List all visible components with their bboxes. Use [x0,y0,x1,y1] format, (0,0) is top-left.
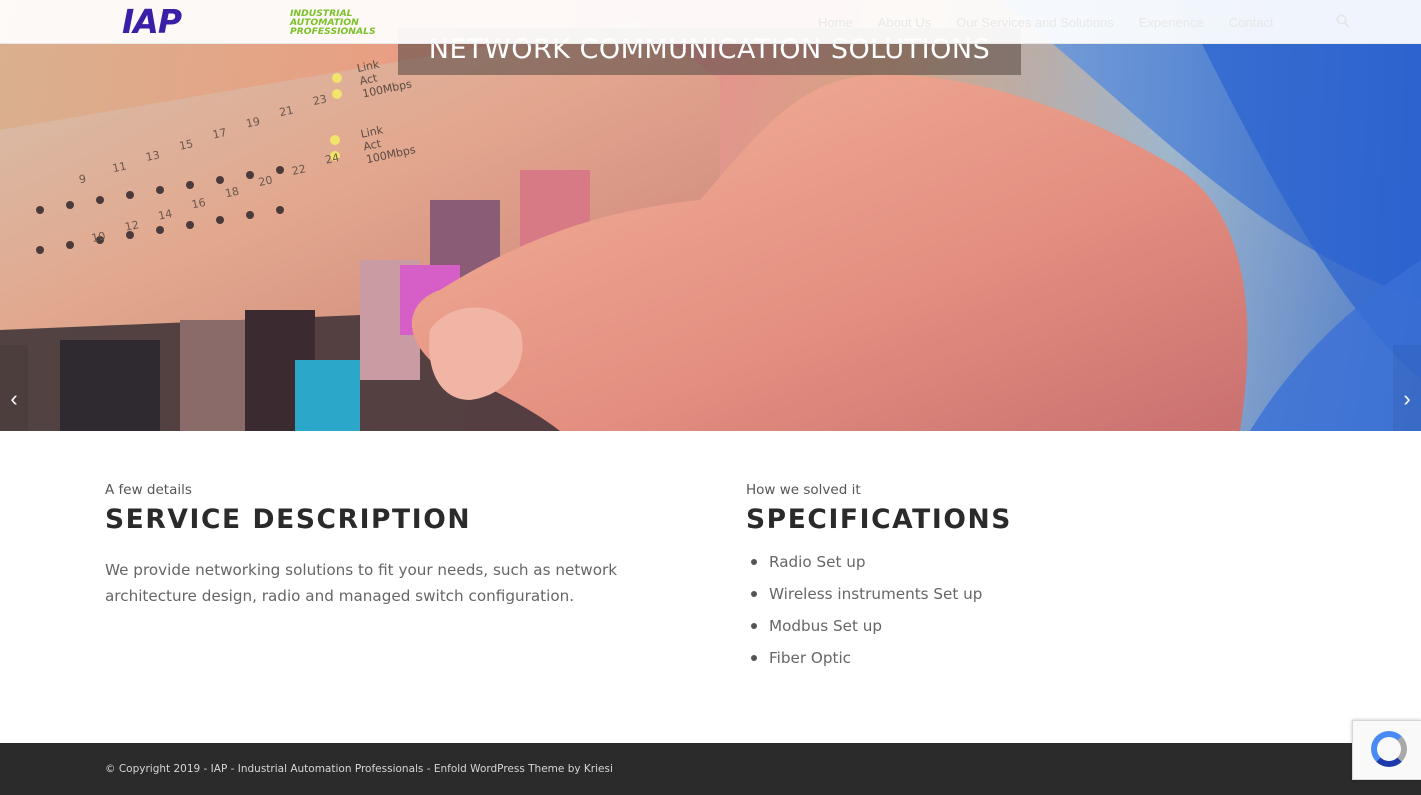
site-logo[interactable]: IAP Industrial Automation Professionals [122,2,428,41]
specs-heading: Specifications [746,504,1012,535]
nav-item-experience[interactable]: Experience [1139,15,1204,30]
site-header: IAP Industrial Automation Professionals … [0,0,1421,44]
copyright-text[interactable]: © Copyright 2019 - IAP - Industrial Auto… [105,763,613,775]
slider-prev-button[interactable]: ‹ [0,345,28,431]
chevron-left-icon: ‹ [10,385,18,411]
list-item: Fiber Optic [746,642,1306,674]
logo-mark: IAP [122,2,182,41]
service-heading: Service Description [105,504,472,535]
site-footer: © Copyright 2019 - IAP - Industrial Auto… [0,743,1421,795]
service-kicker: A few details [105,482,192,498]
recaptcha-badge[interactable] [1352,720,1421,780]
nav-item-services[interactable]: Our Services and Solutions [956,15,1114,30]
list-item: Modbus Set up [746,610,1306,642]
specs-kicker: How we solved it [746,482,861,498]
logo-wordmark: Industrial Automation Professionals [290,8,376,37]
search-icon[interactable] [1336,14,1350,28]
chevron-right-icon: › [1403,385,1411,411]
main-nav: Home About Us Our Services and Solutions… [818,0,1299,44]
nav-item-about-us[interactable]: About Us [878,15,931,30]
service-description-section: A few details Service Description We pro… [105,481,665,609]
recaptcha-icon [1371,731,1407,767]
hero-slider: Link Act 100Mbps Link Act 100Mbps 23 21 … [0,0,1421,431]
list-item: Radio Set up [746,546,1306,578]
specs-list: Radio Set up Wireless instruments Set up… [746,546,1306,674]
nav-item-home[interactable]: Home [818,15,853,30]
nav-item-contact[interactable]: Contact [1229,15,1274,30]
service-body: We provide networking solutions to fit y… [105,561,618,605]
list-item: Wireless instruments Set up [746,578,1306,610]
specifications-section: How we solved it Specifications Radio Se… [746,481,1306,674]
slider-next-button[interactable]: › [1393,345,1421,431]
